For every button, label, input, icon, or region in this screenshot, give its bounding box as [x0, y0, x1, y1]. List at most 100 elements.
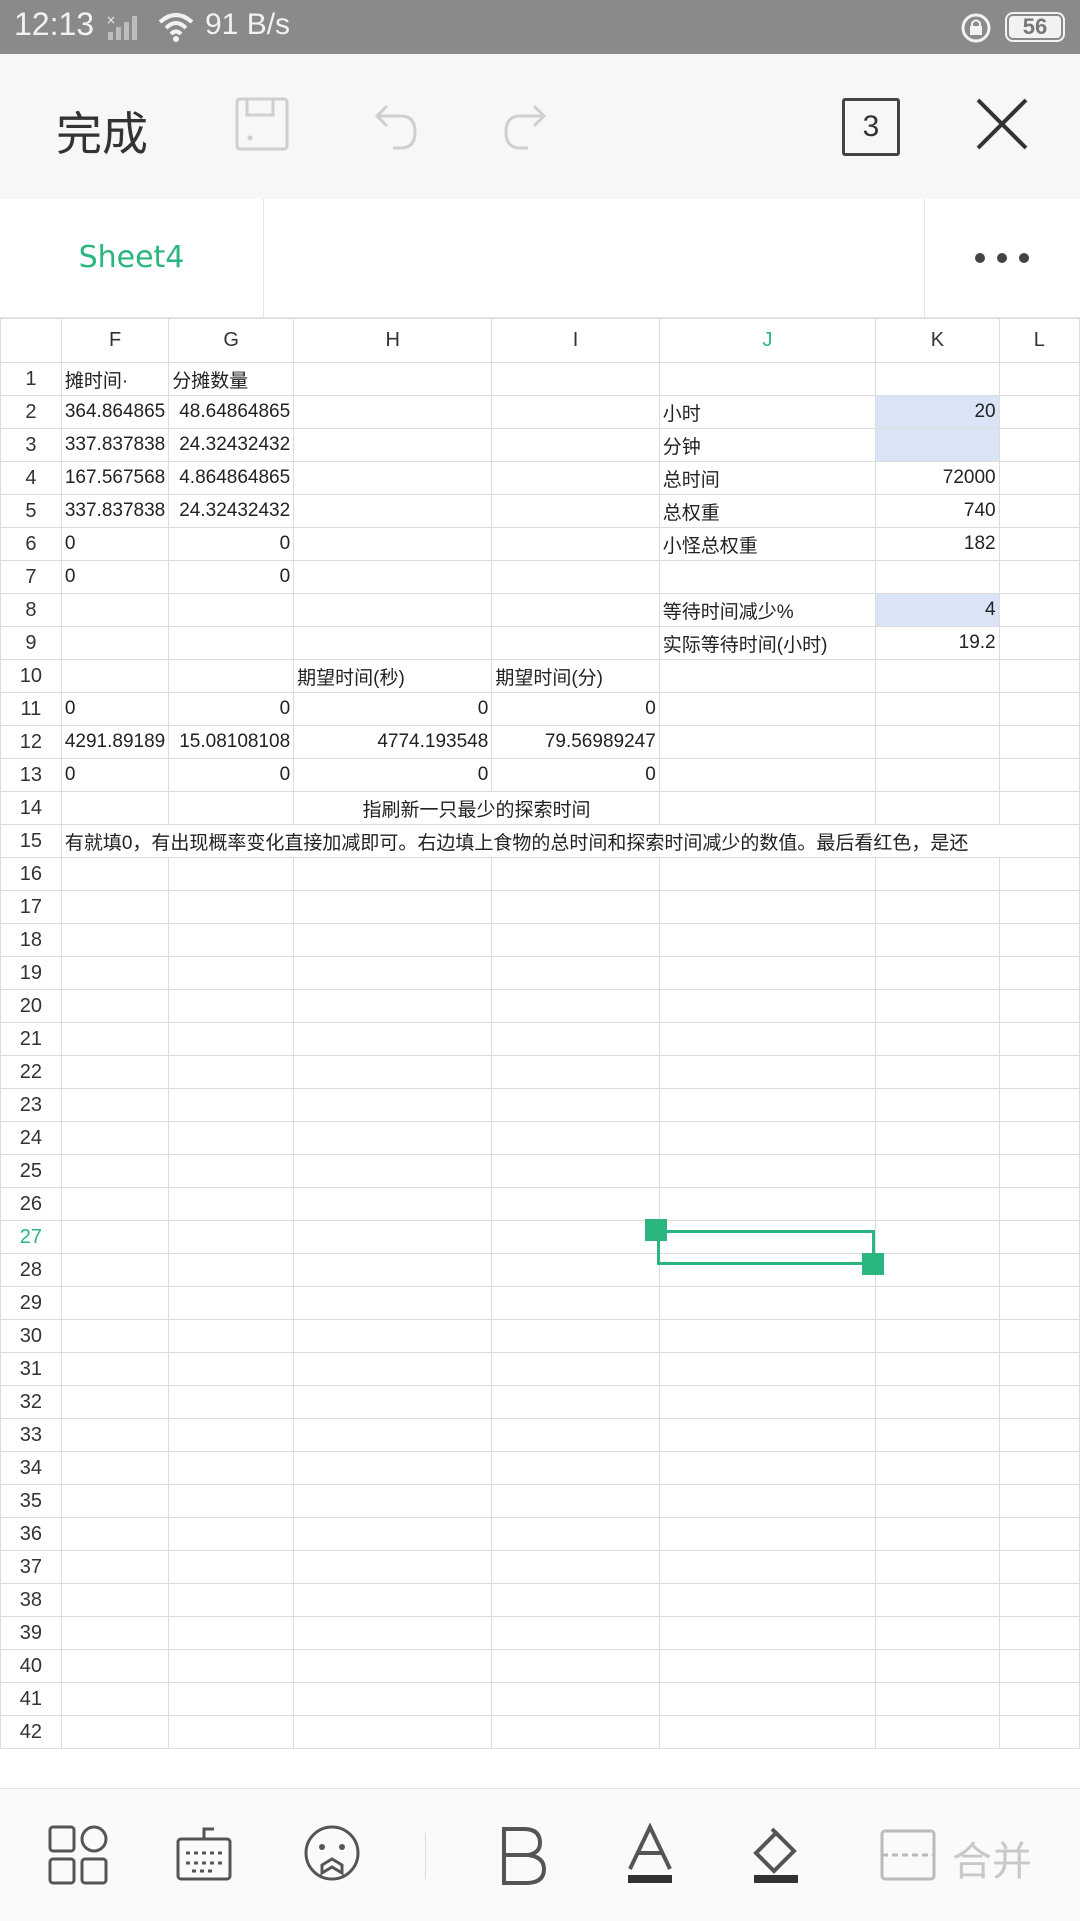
cell-i26[interactable]: [491, 1187, 660, 1221]
cell-g28[interactable]: [168, 1253, 295, 1287]
cell-k39[interactable]: [875, 1616, 1000, 1650]
cell-k35[interactable]: [875, 1484, 1000, 1518]
row-header[interactable]: 7: [0, 560, 62, 594]
cell-h32[interactable]: [293, 1385, 493, 1419]
cell-i1[interactable]: [491, 362, 660, 396]
row-header[interactable]: 24: [0, 1121, 62, 1155]
cell-i35[interactable]: [491, 1484, 660, 1518]
cell-g12[interactable]: 15.08108108: [168, 725, 295, 759]
cell-g18[interactable]: [168, 923, 295, 957]
cell-l37[interactable]: [998, 1550, 1080, 1584]
cell-g29[interactable]: [168, 1286, 295, 1320]
cell-j21[interactable]: [658, 1022, 877, 1056]
row-header[interactable]: 28: [0, 1253, 62, 1287]
close-icon[interactable]: [972, 94, 1032, 154]
fill-color-icon[interactable]: [744, 1823, 808, 1887]
cell-k38[interactable]: [875, 1583, 1000, 1617]
cell-k29[interactable]: [875, 1286, 1000, 1320]
cell-h8[interactable]: [293, 593, 493, 627]
cell-j36[interactable]: [658, 1517, 877, 1551]
row-header[interactable]: 16: [0, 857, 62, 891]
row-header[interactable]: 42: [0, 1715, 62, 1749]
cell-i30[interactable]: [491, 1319, 660, 1353]
cell-f21[interactable]: [60, 1022, 170, 1056]
cell-j26[interactable]: [658, 1187, 877, 1221]
cell-f33[interactable]: [60, 1418, 170, 1452]
cell-i5[interactable]: [491, 494, 660, 528]
cell-h22[interactable]: [293, 1055, 493, 1089]
cell-g5[interactable]: 24.32432432: [168, 494, 295, 528]
cell-f19[interactable]: [60, 956, 170, 990]
row-header[interactable]: 8: [0, 593, 62, 627]
cell-g19[interactable]: [168, 956, 295, 990]
cell-h28[interactable]: [293, 1253, 493, 1287]
cell-h25[interactable]: [293, 1154, 493, 1188]
cell-f26[interactable]: [60, 1187, 170, 1221]
cell-h2[interactable]: [293, 395, 493, 429]
cell-i7[interactable]: [491, 560, 660, 594]
cell-i42[interactable]: [491, 1715, 660, 1749]
cell-l1[interactable]: [998, 362, 1080, 396]
cell-i24[interactable]: [491, 1121, 660, 1155]
cell-k10[interactable]: [875, 659, 1000, 693]
cell-l4[interactable]: [998, 461, 1080, 495]
cell-h6[interactable]: [293, 527, 493, 561]
cell-g13[interactable]: 0: [168, 758, 295, 792]
cell-g2[interactable]: 48.64864865: [168, 395, 295, 429]
cell-g36[interactable]: [168, 1517, 295, 1551]
cell-j14[interactable]: [658, 791, 877, 825]
cell-g35[interactable]: [168, 1484, 295, 1518]
row-header[interactable]: 40: [0, 1649, 62, 1683]
cell-i40[interactable]: [491, 1649, 660, 1683]
row-header[interactable]: 27: [0, 1220, 62, 1254]
cell-l36[interactable]: [998, 1517, 1080, 1551]
cell-g20[interactable]: [168, 989, 295, 1023]
cell-i4[interactable]: [491, 461, 660, 495]
cell-l28[interactable]: [998, 1253, 1080, 1287]
row-header[interactable]: 32: [0, 1385, 62, 1419]
row-header[interactable]: 3: [0, 428, 62, 462]
cell-i6[interactable]: [491, 527, 660, 561]
row-header[interactable]: 12: [0, 725, 62, 759]
cell-h10[interactable]: 期望时间(秒): [293, 659, 493, 693]
column-header-h[interactable]: H: [293, 318, 493, 363]
cell-j19[interactable]: [658, 956, 877, 990]
cell-g17[interactable]: [168, 890, 295, 924]
cell-j32[interactable]: [658, 1385, 877, 1419]
row-header[interactable]: 29: [0, 1286, 62, 1320]
cell-l30[interactable]: [998, 1319, 1080, 1353]
row-header[interactable]: 22: [0, 1055, 62, 1089]
cell-h13[interactable]: 0: [293, 758, 493, 792]
cell-j33[interactable]: [658, 1418, 877, 1452]
cell-f23[interactable]: [60, 1088, 170, 1122]
cell-k25[interactable]: [875, 1154, 1000, 1188]
cell-l12[interactable]: [998, 725, 1080, 759]
cell-j23[interactable]: [658, 1088, 877, 1122]
cell-h12[interactable]: 4774.193548: [293, 725, 493, 759]
cell-i16[interactable]: [491, 857, 660, 891]
row-header[interactable]: 39: [0, 1616, 62, 1650]
selection-handle-bottom-right[interactable]: [862, 1253, 884, 1275]
cell-j4[interactable]: 总时间: [658, 461, 877, 495]
cell-k1[interactable]: [875, 362, 1000, 396]
cell-k36[interactable]: [875, 1517, 1000, 1551]
cell-h1[interactable]: [293, 362, 493, 396]
redo-icon[interactable]: [496, 94, 556, 154]
cell-h18[interactable]: [293, 923, 493, 957]
cell-k20[interactable]: [875, 989, 1000, 1023]
cell-g11[interactable]: 0: [168, 692, 295, 726]
cell-f34[interactable]: [60, 1451, 170, 1485]
cell-j9[interactable]: 实际等待时间(小时): [658, 626, 877, 660]
save-icon[interactable]: [232, 94, 292, 154]
cell-f39[interactable]: [60, 1616, 170, 1650]
cell-j10[interactable]: [658, 659, 877, 693]
row-header[interactable]: 15: [0, 824, 62, 858]
cell-l33[interactable]: [998, 1418, 1080, 1452]
cell-i25[interactable]: [491, 1154, 660, 1188]
cell-l2[interactable]: [998, 395, 1080, 429]
cell-f36[interactable]: [60, 1517, 170, 1551]
row-header[interactable]: 25: [0, 1154, 62, 1188]
cell-j18[interactable]: [658, 923, 877, 957]
cell-h16[interactable]: [293, 857, 493, 891]
cell-k11[interactable]: [875, 692, 1000, 726]
